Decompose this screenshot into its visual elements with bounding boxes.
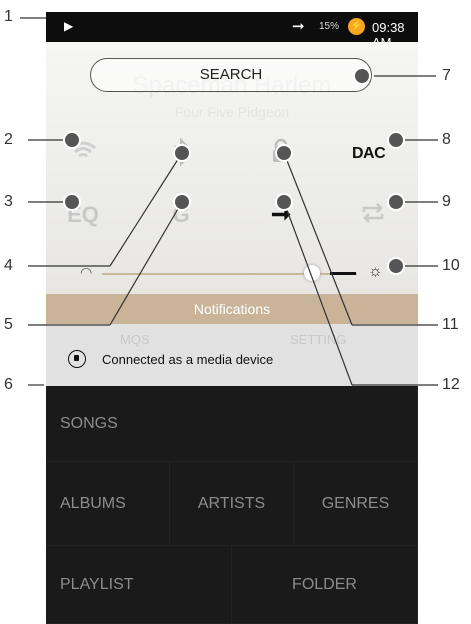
callout-2: 2 (4, 131, 13, 148)
callout-dot-4 (173, 144, 191, 162)
callout-dot-3 (63, 193, 81, 211)
callout-8: 8 (442, 131, 451, 148)
callout-lines (20, 17, 438, 386)
callout-5: 5 (4, 316, 13, 333)
callout-dot-5 (173, 193, 191, 211)
callout-dot-10 (387, 257, 405, 275)
callout-3: 3 (4, 193, 13, 210)
callout-dot-11 (275, 144, 293, 162)
callout-12: 12 (442, 376, 460, 393)
callout-6: 6 (4, 376, 13, 393)
callout-7: 7 (442, 67, 451, 84)
callout-dot-8 (387, 131, 405, 149)
callout-11: 11 (442, 316, 459, 333)
callout-dot-9 (387, 193, 405, 211)
callout-dot-2 (63, 131, 81, 149)
callout-4: 4 (4, 257, 13, 274)
callout-1: 1 (4, 8, 13, 25)
callout-9: 9 (442, 193, 451, 210)
callout-dot-7 (353, 67, 371, 85)
callout-dot-12 (275, 193, 293, 211)
callout-10: 10 (442, 257, 460, 274)
